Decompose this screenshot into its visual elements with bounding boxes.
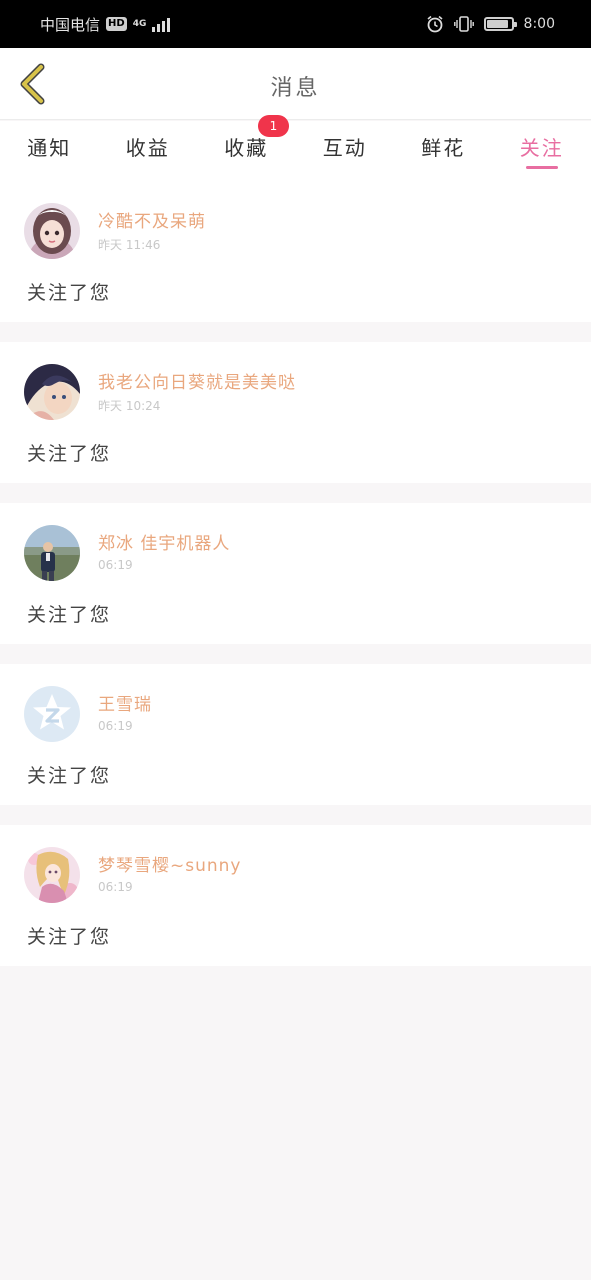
tab-label: 关注 [519,136,564,160]
active-tab-indicator [525,166,558,169]
avatar-man-photo-icon [24,525,80,581]
action-text: 关注了您 [27,443,112,465]
tab-label: 互动 [322,136,367,160]
action-text: 关注了您 [27,765,112,787]
action-text: 关注了您 [27,282,112,304]
avatar[interactable] [24,847,80,903]
follow-notification-list: 冷酷不及呆萌 昨天 11:46 关注了您 我老公向日葵就是美美哒 昨天 10:2… [0,181,591,986]
tab-flowers[interactable]: 鲜花 [394,121,493,181]
status-left: 中国电信 HD 4G [40,12,171,36]
avatar-anime-girl-icon [24,203,80,259]
tab-label: 通知 [27,136,72,160]
avatar[interactable] [24,203,80,259]
tab-interactions[interactable]: 互动 [296,121,395,181]
avatar[interactable] [24,525,80,581]
network-type-label: 4G [132,19,147,29]
timestamp: 昨天 10:24 [98,399,161,413]
status-right: 8:00 [426,12,555,36]
carrier-label: 中国电信 [40,15,101,34]
signal-icon [152,16,171,32]
action-text: 关注了您 [27,604,112,626]
tab-earnings[interactable]: 收益 [99,121,198,181]
username[interactable]: 郑冰 佳宇机器人 [98,529,230,554]
default-avatar-star-icon [24,686,80,742]
page-title: 消息 [270,76,321,101]
tab-bar: 通知 收益 收藏 1 互动 鲜花 关注 [0,115,591,181]
avatar-anime-pink-icon [24,847,80,903]
clock-label: 8:00 [523,16,555,32]
tab-label: 收藏 [224,136,269,160]
status-bar: 中国电信 HD 4G 8:00 [0,0,591,48]
tab-favorites[interactable]: 收藏 1 [197,115,296,181]
tab-follows[interactable]: 关注 [493,121,591,181]
avatar-anime-dark-hair-icon [24,364,80,420]
unread-badge: 1 [258,115,289,137]
avatar[interactable] [24,686,80,742]
list-item[interactable]: 冷酷不及呆萌 昨天 11:46 关注了您 [0,181,591,322]
hd-icon: HD [106,17,127,31]
alarm-icon [427,15,443,33]
timestamp: 06:19 [98,719,133,733]
username[interactable]: 王雪瑞 [98,690,152,715]
vibrate-icon [453,16,474,32]
username[interactable]: 我老公向日葵就是美美哒 [98,368,296,393]
username[interactable]: 冷酷不及呆萌 [98,207,206,232]
list-item[interactable]: 郑冰 佳宇机器人 06:19 关注了您 [0,503,591,644]
tab-label: 收益 [125,136,170,160]
tab-label: 鲜花 [421,136,466,160]
battery-level [486,20,509,28]
list-item[interactable]: 我老公向日葵就是美美哒 昨天 10:24 关注了您 [0,342,591,483]
timestamp: 昨天 11:46 [98,238,161,252]
list-item[interactable]: 梦琴雪樱~sunny 06:19 关注了您 [0,825,591,966]
timestamp: 06:19 [98,558,133,572]
battery-icon [483,17,517,31]
timestamp: 06:19 [98,880,133,894]
username[interactable]: 梦琴雪樱~sunny [98,851,242,876]
header: 消息 [0,48,591,120]
action-text: 关注了您 [27,926,112,948]
tab-notifications[interactable]: 通知 [0,121,99,181]
avatar[interactable] [24,364,80,420]
list-item[interactable]: 王雪瑞 06:19 关注了您 [0,664,591,805]
